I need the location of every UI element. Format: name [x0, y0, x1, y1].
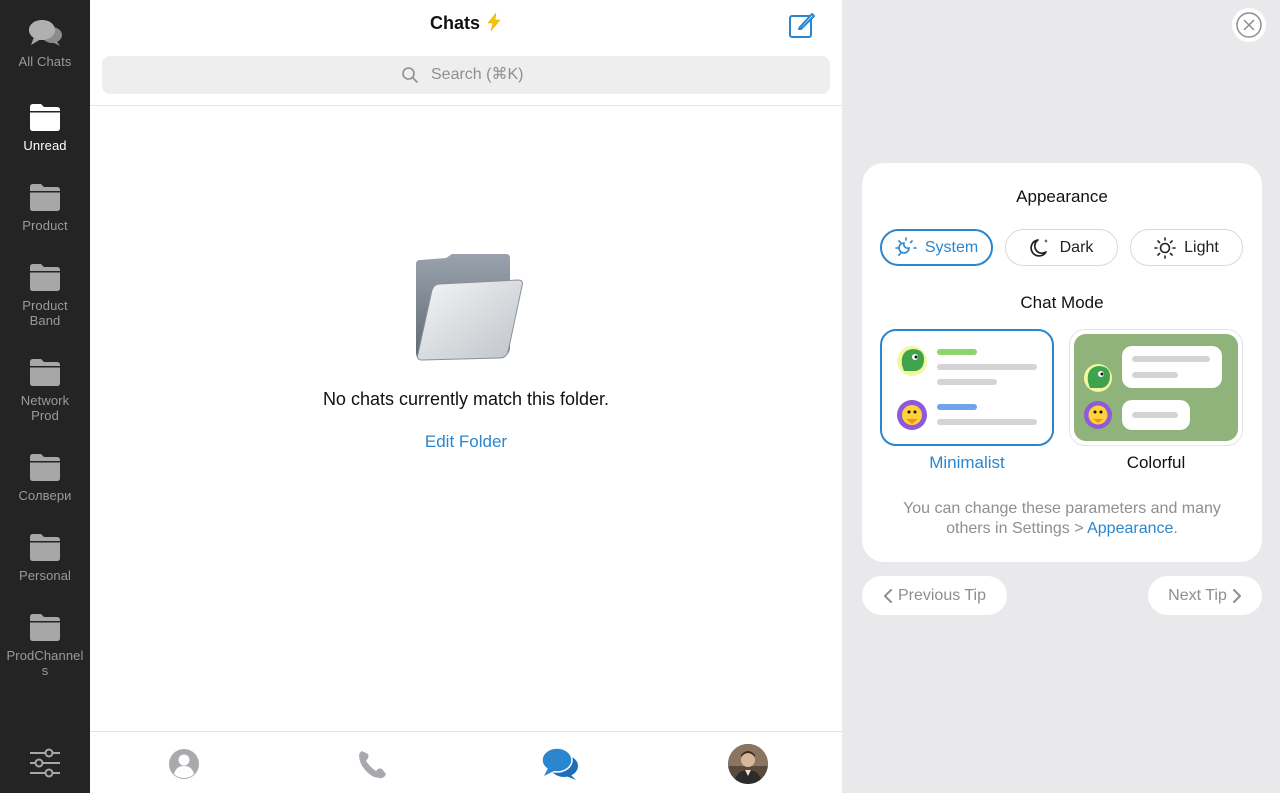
- contacts-icon[interactable]: [164, 744, 204, 784]
- folder-solveri[interactable]: Солвери: [0, 452, 90, 503]
- sun-icon: [1154, 236, 1176, 259]
- chat-mode-title: Chat Mode: [1020, 293, 1104, 312]
- folder-all-chats[interactable]: All Chats: [0, 18, 90, 69]
- calls-icon[interactable]: [352, 744, 392, 784]
- previous-tip-button[interactable]: Previous Tip: [862, 576, 1007, 615]
- folder-network-prod[interactable]: Network Prod: [0, 357, 90, 423]
- sliders-icon[interactable]: [28, 748, 62, 778]
- tip-title: Appearance: [1016, 187, 1108, 206]
- theme-dark-button[interactable]: Dark: [1005, 229, 1118, 266]
- folder-icon: [30, 104, 60, 131]
- mode-colorful-preview[interactable]: [1069, 329, 1243, 446]
- folder-label: All Chats: [18, 54, 72, 69]
- mode-minimalist-label[interactable]: Minimalist: [880, 453, 1054, 473]
- folder-label: Product: [22, 218, 68, 233]
- folder-icon: [30, 184, 60, 211]
- chats-header: Chats: [90, 0, 842, 48]
- appearance-settings-link[interactable]: Appearance: [1087, 520, 1173, 537]
- next-tip-label: Next Tip: [1168, 586, 1227, 604]
- compose-icon[interactable]: [788, 11, 816, 39]
- folder-prodchannels[interactable]: ProdChannels: [0, 612, 90, 678]
- mode-minimalist-preview[interactable]: [880, 329, 1054, 446]
- folder-label: Personal: [18, 568, 72, 583]
- theme-system-button[interactable]: System: [880, 229, 993, 266]
- tip-card: Appearance System Dark Light Chat Mode M…: [862, 163, 1262, 562]
- auto-theme-icon: [895, 236, 917, 256]
- lightning-icon[interactable]: [486, 13, 502, 31]
- folder-personal[interactable]: Personal: [0, 532, 90, 583]
- moon-icon: [1029, 238, 1048, 257]
- bottom-tab-bar: [90, 731, 842, 793]
- folder-icon: [30, 264, 60, 291]
- folder-icon: [30, 614, 60, 641]
- previous-tip-label: Previous Tip: [897, 586, 987, 604]
- divider: [90, 105, 842, 106]
- theme-label: Dark: [1059, 238, 1094, 256]
- edit-folder-link[interactable]: Edit Folder: [90, 432, 842, 452]
- search-input[interactable]: [431, 66, 531, 84]
- folder-label: Product Band: [22, 298, 68, 328]
- theme-label: System: [924, 238, 979, 256]
- empty-folder-illustration: [416, 254, 523, 361]
- chats-title-text: Chats: [429, 13, 480, 33]
- folder-label: ProdChannels: [6, 648, 84, 678]
- profile-avatar[interactable]: [728, 744, 768, 784]
- chevron-left-icon: [883, 588, 892, 603]
- folder-icon: [30, 534, 60, 561]
- minimalist-preview-graphic: [897, 346, 1037, 430]
- folder-unread[interactable]: Unread: [0, 102, 90, 153]
- mode-colorful-label[interactable]: Colorful: [1069, 453, 1243, 473]
- close-icon[interactable]: [1232, 8, 1266, 42]
- chats-icon[interactable]: [540, 744, 580, 784]
- tip-note: You can change these parameters and many…: [882, 499, 1242, 539]
- tip-note-end: .: [1173, 520, 1178, 537]
- page-title: Chats: [90, 13, 842, 34]
- chats-panel: Chats No chats currently match this fold…: [90, 0, 842, 793]
- colorful-preview-graphic: [1074, 334, 1238, 441]
- chevron-right-icon: [1232, 588, 1241, 603]
- folder-icon: [30, 359, 60, 386]
- theme-light-button[interactable]: Light: [1130, 229, 1243, 266]
- search-icon: [402, 67, 418, 83]
- next-tip-button[interactable]: Next Tip: [1148, 576, 1262, 615]
- folder-label: Unread: [23, 138, 67, 153]
- chat-bubbles-icon: [29, 20, 62, 46]
- folder-label: Солвери: [18, 488, 72, 503]
- folder-product[interactable]: Product: [0, 182, 90, 233]
- folder-sidebar: All Chats Unread Product Product Band Ne…: [0, 0, 90, 793]
- empty-state-message: No chats currently match this folder.: [322, 389, 610, 409]
- search-bar[interactable]: [102, 56, 830, 94]
- folder-icon: [30, 454, 60, 481]
- folder-label: Network Prod: [20, 393, 70, 423]
- theme-label: Light: [1184, 238, 1219, 256]
- folder-product-band[interactable]: Product Band: [0, 262, 90, 328]
